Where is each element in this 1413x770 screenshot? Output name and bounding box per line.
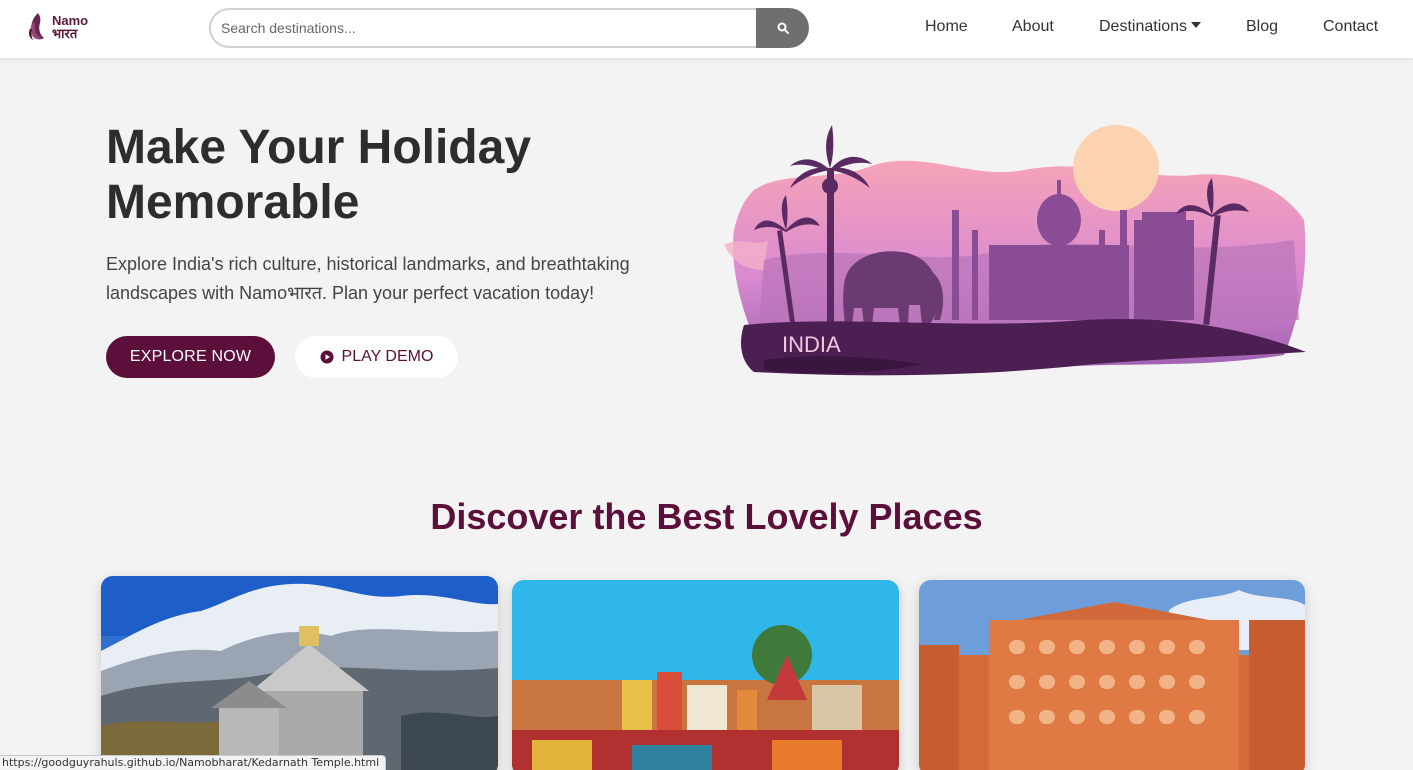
brand-name: Namo भारत — [52, 14, 88, 40]
kedarnath-temple-image — [101, 576, 498, 770]
status-bar-url: https://goodguyrahuls.github.io/Namobhar… — [0, 755, 387, 770]
brand-line2: भारत — [52, 26, 78, 41]
search-input[interactable] — [209, 8, 756, 48]
logo-mark-icon — [29, 13, 44, 40]
nav-blog[interactable]: Blog — [1246, 18, 1278, 36]
place-card-varanasi[interactable] — [512, 580, 899, 770]
play-icon — [320, 350, 334, 364]
nav-contact[interactable]: Contact — [1323, 18, 1378, 36]
navbar: Namo भारत Home About Destinations Blog C… — [0, 0, 1413, 58]
search-icon — [777, 22, 789, 34]
section-title: Discover the Best Lovely Places — [430, 496, 983, 537]
nav-about[interactable]: About — [1012, 18, 1054, 36]
hero-title: Make Your Holiday Memorable — [106, 121, 532, 229]
nav-destinations[interactable]: Destinations — [1099, 18, 1202, 36]
nav-home[interactable]: Home — [925, 18, 968, 36]
place-card-kedarnath[interactable] — [101, 576, 498, 770]
search-button[interactable] — [756, 8, 809, 48]
play-demo-label: PLAY DEMO — [341, 348, 434, 365]
nav-destinations-label: Destinations — [1099, 18, 1188, 35]
india-illustration: INDIA — [724, 125, 1306, 376]
india-label: INDIA — [782, 332, 841, 357]
place-card-hawa-mahal[interactable] — [919, 580, 1305, 770]
hawa-mahal-image — [919, 580, 1305, 770]
play-demo-button[interactable]: PLAY DEMO — [295, 336, 458, 378]
hero-description: Explore India's rich culture, historical… — [106, 254, 630, 303]
varanasi-ghats-image — [512, 580, 899, 770]
search-bar — [209, 8, 809, 48]
explore-now-button[interactable]: EXPLORE NOW — [106, 336, 275, 378]
brand-logo[interactable]: Namo भारत — [26, 9, 98, 45]
caret-down-icon — [1191, 22, 1202, 28]
